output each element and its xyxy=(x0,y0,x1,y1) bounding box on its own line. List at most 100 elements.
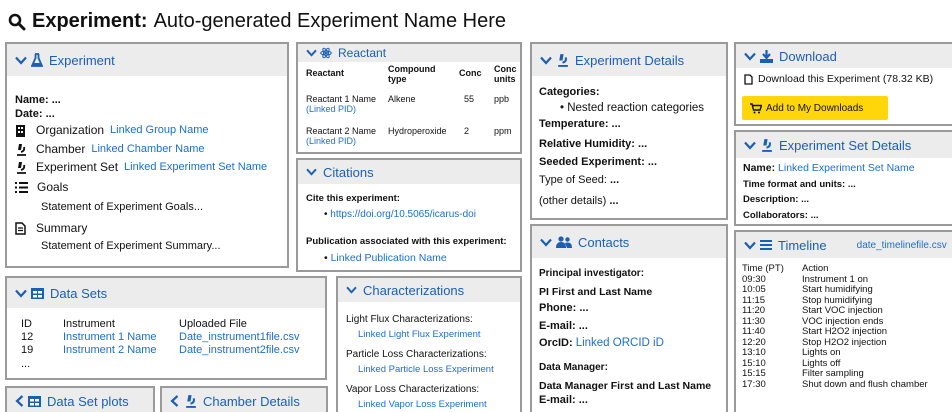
timeline-time: 10:05 xyxy=(742,284,766,295)
humidity-label: Relative Humidity: xyxy=(539,138,635,150)
chevron-down-icon[interactable] xyxy=(744,241,756,250)
email-value: ... xyxy=(578,320,588,332)
download-text[interactable]: Download this Experiment (78.32 KB) xyxy=(758,73,933,85)
other-details-label: (other details) xyxy=(539,195,607,207)
reactant-panel-title: Reactant xyxy=(338,46,387,60)
col-compound-type: Compound type xyxy=(388,64,436,84)
name-row: Name: ... xyxy=(15,94,61,106)
email-label: E-mail: xyxy=(539,320,576,332)
goals-label: Goals xyxy=(37,180,69,194)
page-header: Experiment: Auto-generated Experiment Na… xyxy=(8,10,506,33)
datasets-col-file: Uploaded File xyxy=(179,318,247,330)
timeline-time: 11:40 xyxy=(742,326,766,337)
reactant-row: Reactant 1 Name (Linked PID) xyxy=(306,94,376,114)
organization-row: Organization Linked Group Name xyxy=(15,123,209,137)
pi-name: PI First and Last Name xyxy=(539,286,653,298)
dataset-instrument-link[interactable]: Instrument 1 Name xyxy=(63,331,157,343)
reactant-pid-link[interactable]: (Linked PID) xyxy=(306,136,376,146)
goals-row: Goals xyxy=(15,180,68,194)
temperature-label: Temperature: xyxy=(539,118,609,130)
contacts-panel-header[interactable]: Contacts xyxy=(532,226,726,258)
dataset-instrument-link[interactable]: Instrument 2 Name xyxy=(63,344,157,356)
dataset-id: 19 xyxy=(21,344,34,356)
data-set-plots-header[interactable]: Data Set plots xyxy=(7,388,153,412)
reactant-panel-header[interactable]: Reactant xyxy=(298,44,520,62)
download-line: Download this Experiment (78.32 KB) xyxy=(744,73,933,85)
download-panel: Download Download this Experiment (78.32… xyxy=(734,42,952,126)
date-value: ... xyxy=(45,108,55,120)
experiment-details-header[interactable]: Experiment Details xyxy=(532,44,726,76)
description-label: Description: xyxy=(743,194,799,205)
seeded-row: Seeded Experiment: ... xyxy=(539,156,657,168)
organization-label: Organization xyxy=(36,123,105,137)
dm-email-row: E-mail: ... xyxy=(539,394,588,406)
data-sets-header[interactable]: Data Sets xyxy=(7,278,325,308)
datasets-col-id: ID xyxy=(21,318,32,330)
reactant-pid-link[interactable]: (Linked PID) xyxy=(306,104,376,114)
light-flux-link[interactable]: Linked Light Flux Experiment xyxy=(358,329,481,340)
dataset-file-link[interactable]: Date_instrument2file.csv xyxy=(179,344,299,356)
download-panel-header[interactable]: Download xyxy=(736,44,952,68)
experiment-set-details-header[interactable]: Experiment Set Details xyxy=(736,132,952,158)
chevron-down-icon[interactable] xyxy=(540,56,552,65)
chamber-details-header[interactable]: Chamber Details xyxy=(162,388,326,412)
seeded-value: ... xyxy=(647,156,657,168)
col-reactant: Reactant xyxy=(306,68,345,78)
reactant-row: Reactant 2 Name (Linked PID) xyxy=(306,126,376,146)
summary-text: Statement of Experiment Summary... xyxy=(41,240,221,252)
reactant-type: Alkene xyxy=(388,94,416,104)
timeline-file-link[interactable]: date_timelinefile.csv xyxy=(857,240,947,251)
chevron-down-icon[interactable] xyxy=(15,56,27,65)
reactant-units: ppb xyxy=(494,94,510,104)
characterizations-panel: Characterizations Light Flux Characteriz… xyxy=(336,276,522,412)
characterizations-header[interactable]: Characterizations xyxy=(338,278,520,302)
publication-link[interactable]: Linked Publication Name xyxy=(331,252,447,264)
citations-panel: Citations Cite this experiment: • https:… xyxy=(296,158,522,272)
time-format-label: Time format and units: xyxy=(743,179,846,190)
chevron-down-icon[interactable] xyxy=(346,286,357,294)
reactant-conc: 2 xyxy=(464,126,470,136)
set-name-link[interactable]: Linked Experiment Set Name xyxy=(778,162,915,174)
chevron-down-icon[interactable] xyxy=(306,49,317,57)
description-row: Description: ... xyxy=(743,194,809,205)
citations-panel-header[interactable]: Citations xyxy=(298,160,520,184)
chamber-label: Chamber xyxy=(36,142,86,156)
chamber-link[interactable]: Linked Chamber Name xyxy=(91,143,204,155)
organization-link[interactable]: Linked Group Name xyxy=(110,124,208,136)
particle-loss-link[interactable]: Linked Particle Loss Experiment xyxy=(358,364,494,375)
dataset-file-link[interactable]: Date_instrument1file.csv xyxy=(179,331,299,343)
orcid-link[interactable]: Linked ORCID iD xyxy=(576,337,664,349)
seeded-label: Seeded Experiment: xyxy=(539,156,645,168)
timeline-row: 13:10 Lights on xyxy=(742,347,928,359)
chevron-left-icon[interactable] xyxy=(170,395,179,407)
vapor-loss-link[interactable]: Linked Vapor Loss Experiment xyxy=(358,399,487,410)
chevron-down-icon[interactable] xyxy=(306,168,317,176)
collaborators-label: Collaborators: xyxy=(743,210,808,221)
orcid-row: OrcID: Linked ORCID iD xyxy=(539,337,664,349)
chevron-down-icon[interactable] xyxy=(744,141,756,150)
contacts-panel: Contacts Principal investigator: PI Firs… xyxy=(530,224,728,412)
experiment-set-details-panel: Experiment Set Details Name: Linked Expe… xyxy=(734,130,952,226)
timeline-row: 11:40 Start H2O2 injection xyxy=(742,326,928,338)
seed-type-value: ... xyxy=(609,174,620,186)
categories-label: Categories: xyxy=(539,86,600,98)
timeline-time: 17:30 xyxy=(742,378,766,390)
chevron-down-icon[interactable] xyxy=(540,238,552,247)
flask-icon xyxy=(31,53,43,67)
timeline-col-time: Time (PT) xyxy=(742,263,784,274)
data-set-plots-title: Data Set plots xyxy=(47,393,129,409)
timeline-table: Time (PT) Action 09:30 Instrument 1 on 10:… xyxy=(742,263,928,390)
chevron-left-icon[interactable] xyxy=(15,395,24,407)
experiment-panel-header[interactable]: Experiment xyxy=(7,44,287,76)
add-to-downloads-button[interactable]: Add to My Downloads xyxy=(742,96,888,120)
orcid-label: OrcID: xyxy=(539,337,573,349)
doi-link[interactable]: https://doi.org/10.5065/icarus-doi xyxy=(330,209,476,220)
summary-row: Summary xyxy=(15,221,87,235)
timeline-action: Start humidifying xyxy=(802,284,873,295)
chevron-down-icon[interactable] xyxy=(744,52,756,61)
time-format-row: Time format and units: ... xyxy=(743,179,856,190)
chevron-down-icon[interactable] xyxy=(15,289,27,298)
users-icon xyxy=(556,236,572,248)
timeline-panel-header[interactable]: Timeline date_timelinefile.csv xyxy=(736,232,952,258)
experiment-set-link[interactable]: Linked Experiment Set Name xyxy=(124,161,267,173)
